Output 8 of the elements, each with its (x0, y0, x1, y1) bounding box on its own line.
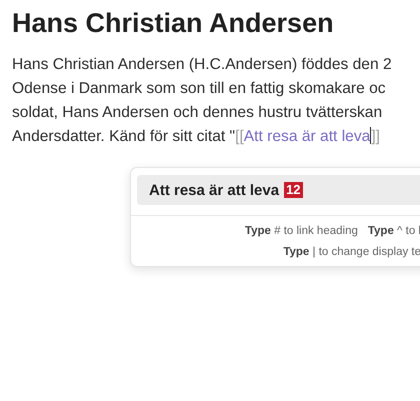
suggestion-item[interactable]: Att resa är att leva 12 (137, 175, 420, 205)
paragraph: Hans Christian Andersen (H.C.Andersen) föddes den 2 Odense i Danmark som son till en fattig skomakare oc soldat, Hans Andersen och dennes hustru tvätterskan Andersdatter. Känd för sitt citat "[[Att resa är att leva]] (12, 55, 392, 147)
hint-text: Type ^ to l (368, 225, 420, 237)
page-heading: Hans Christian Andersen (11, 7, 335, 39)
hint-text: Type # to link heading (244, 225, 358, 237)
suggestion-title: Att resa är att leva (149, 182, 280, 198)
text-cursor (370, 127, 372, 144)
number-badge: 12 (284, 182, 303, 198)
